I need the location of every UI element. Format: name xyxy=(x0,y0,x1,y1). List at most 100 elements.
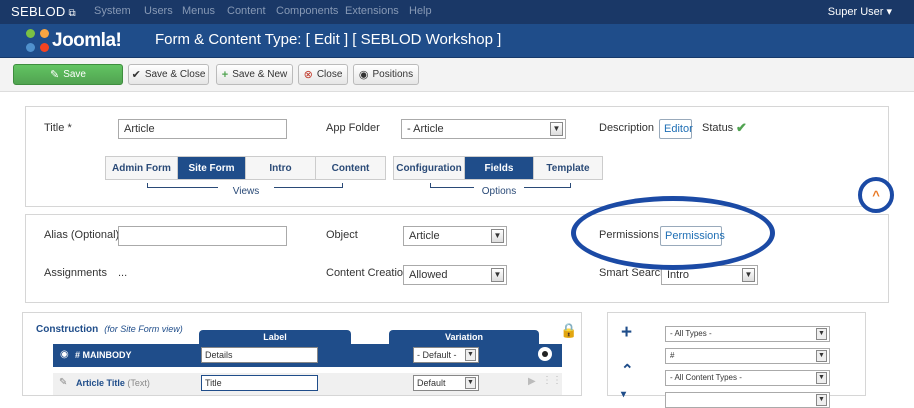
field-variation-select[interactable]: - Default - ▼ xyxy=(413,347,479,363)
construction-title: Construction (for Site Form view) xyxy=(36,324,183,335)
label-column-header: Label xyxy=(199,330,351,345)
content-creation-value: Allowed xyxy=(409,269,448,281)
brand-name: SEBLOD xyxy=(11,4,66,19)
smart-search-value: Intro xyxy=(667,269,690,281)
drag-handle-icon[interactable]: ⋮⋮ xyxy=(542,375,562,386)
all-types-value: - All Types - xyxy=(670,329,712,338)
save-close-button[interactable]: ✔ Save & Close xyxy=(128,64,209,85)
search-input[interactable]: # ▼ xyxy=(665,348,830,364)
filter-select[interactable]: ▼ xyxy=(665,392,830,408)
menu-extensions[interactable]: Extensions xyxy=(345,5,399,17)
joomla-logo-icon xyxy=(26,29,50,53)
tab-configuration[interactable]: Configuration xyxy=(394,157,465,179)
chevron-down-icon: ▼ xyxy=(465,349,476,361)
content-creation-label: Content Creation xyxy=(326,267,410,279)
table-row[interactable]: ✎ Article Title (Text) Title Default ▼ ▶… xyxy=(53,373,562,395)
all-content-types-value: - All Content Types - xyxy=(670,373,742,382)
app-folder-label: App Folder xyxy=(326,122,380,134)
menu-content[interactable]: Content xyxy=(227,5,266,17)
chevron-down-icon: ▼ xyxy=(465,377,476,389)
save-new-label: Save & New xyxy=(232,69,288,80)
positions-button[interactable]: ◉ Positions xyxy=(353,64,419,85)
menu-components[interactable]: Components xyxy=(276,5,338,17)
lock-icon[interactable]: 🔒 xyxy=(560,322,577,339)
save-label: Save xyxy=(63,69,86,80)
tab-intro[interactable]: Intro xyxy=(246,157,316,179)
chevron-down-icon: ▼ xyxy=(742,268,755,282)
editor-button[interactable]: Editor xyxy=(659,119,693,139)
assignments-value[interactable]: ... xyxy=(118,267,127,279)
form-main-panel: Title * Article App Folder - Article ▼ D… xyxy=(25,106,889,207)
object-select[interactable]: Article ▼ xyxy=(403,226,507,246)
variation-value: - Default - xyxy=(417,350,457,360)
external-link-icon: ⧉ xyxy=(68,8,76,19)
save-close-label: Save & Close xyxy=(144,69,206,80)
chevron-down-icon[interactable]: ▾ xyxy=(621,389,626,400)
chevron-down-icon: ▼ xyxy=(816,350,827,362)
check-icon: ✔ xyxy=(131,69,141,81)
field-variation-select[interactable]: Default ▼ xyxy=(413,375,479,391)
pencil-icon[interactable]: ✎ xyxy=(59,377,67,388)
alias-input[interactable] xyxy=(118,226,287,246)
chevron-down-icon: ▼ xyxy=(550,122,563,136)
save-button[interactable]: ✎ Save xyxy=(13,64,123,85)
app-folder-select[interactable]: - Article ▼ xyxy=(401,119,566,139)
menu-help[interactable]: Help xyxy=(409,5,432,17)
chevron-down-icon: ▼ xyxy=(816,372,827,384)
table-row[interactable]: ◉ # MAINBODY Details - Default - ▼ xyxy=(53,344,562,367)
alias-label: Alias (Optional) xyxy=(44,229,120,241)
menu-menus[interactable]: Menus xyxy=(182,5,215,17)
title-label: Title * xyxy=(44,122,72,134)
tab-content[interactable]: Content xyxy=(316,157,385,179)
field-label-input[interactable]: Details xyxy=(201,347,318,363)
plus-icon[interactable]: + xyxy=(621,322,632,344)
annotation-ellipse xyxy=(571,196,775,270)
views-tabs: Admin Form Site Form Intro Content xyxy=(105,156,386,180)
chevron-down-icon: ▼ xyxy=(816,328,827,340)
options-caption: Options xyxy=(474,186,524,197)
brand-link[interactable]: SEBLOD ⧉ xyxy=(11,4,76,19)
assignments-label: Assignments xyxy=(44,267,107,279)
content-creation-select[interactable]: Allowed ▼ xyxy=(403,265,507,285)
object-value: Article xyxy=(409,230,440,242)
user-menu[interactable]: Super User ▾ xyxy=(828,5,892,18)
field-name: # MAINBODY xyxy=(75,350,132,360)
chevron-down-icon: ▼ xyxy=(491,229,504,243)
search-value: # xyxy=(670,351,675,360)
variation-column-header: Variation xyxy=(389,330,539,345)
joomla-logo: Joomla! xyxy=(26,29,136,53)
menu-users[interactable]: Users xyxy=(144,5,173,17)
collapse-toggle-button[interactable]: ^ xyxy=(858,177,894,213)
title-input[interactable]: Article xyxy=(118,119,287,139)
field-name: Article Title (Text) xyxy=(76,378,150,388)
menu-system[interactable]: System xyxy=(94,5,131,17)
chevron-down-icon: ▼ xyxy=(491,268,504,282)
tab-site-form[interactable]: Site Form xyxy=(178,157,246,179)
object-label: Object xyxy=(326,229,358,241)
views-caption: Views xyxy=(218,186,274,197)
construction-panel: Construction (for Site Form view) Label V… xyxy=(22,312,582,396)
status-label: Status xyxy=(702,122,734,134)
check-icon: ✔ xyxy=(736,120,747,135)
radio-button[interactable] xyxy=(538,347,552,361)
logo-text: Joomla! xyxy=(52,30,122,51)
chevron-up-icon[interactable]: ⌃ xyxy=(621,361,634,379)
fields-filter-panel: + ⌃ ▾ - All Types - ▼ # ▼ - All Content … xyxy=(607,312,866,408)
radio-icon[interactable]: ◉ xyxy=(60,349,69,360)
all-types-select[interactable]: - All Types - ▼ xyxy=(665,326,830,342)
chevron-up-icon: ^ xyxy=(872,187,880,203)
page-header: Joomla! Form & Content Type: [ Edit ] [ … xyxy=(0,24,914,58)
tab-admin-form[interactable]: Admin Form xyxy=(106,157,178,179)
arrow-right-icon[interactable]: ▶ xyxy=(528,376,536,387)
field-label-input[interactable]: Title xyxy=(201,375,318,391)
save-new-button[interactable]: + Save & New xyxy=(216,64,293,85)
plus-icon: + xyxy=(221,68,229,81)
tab-template[interactable]: Template xyxy=(534,157,602,179)
tab-fields[interactable]: Fields xyxy=(465,157,534,179)
close-button[interactable]: ⊗ Close xyxy=(298,64,348,85)
admin-topbar: SEBLOD ⧉ System Users Menus Content Compo… xyxy=(0,0,914,24)
app-folder-value: - Article xyxy=(407,123,444,135)
page-title: Form & Content Type: [ Edit ] [ SEBLOD W… xyxy=(155,31,502,48)
all-content-types-select[interactable]: - All Content Types - ▼ xyxy=(665,370,830,386)
toolbar: ✎ Save ✔ Save & Close + Save & New ⊗ Close ◉… xyxy=(0,58,914,92)
